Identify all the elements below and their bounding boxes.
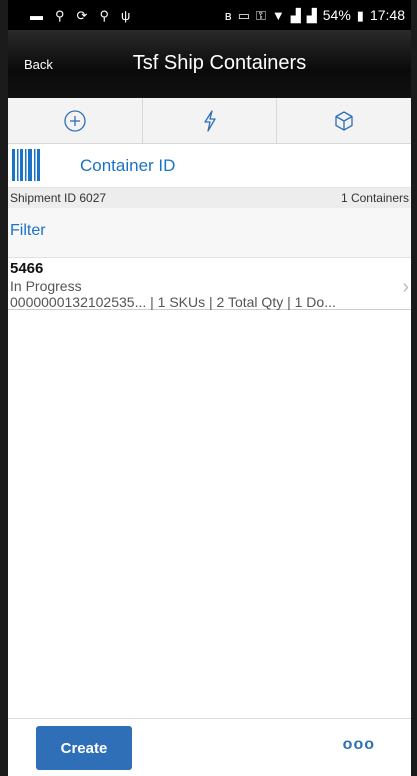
filter-label: Filter <box>10 222 46 239</box>
container-button[interactable] <box>277 98 411 143</box>
container-number: 5466 <box>10 260 44 277</box>
signal-icon: ▟ <box>306 7 317 23</box>
shipment-id: Shipment ID 6027 <box>10 191 107 205</box>
container-id-scan-field[interactable]: Container ID <box>8 144 411 188</box>
key-icon: ⚿ <box>255 7 266 23</box>
filter-button[interactable]: Filter <box>8 208 411 258</box>
app-screen: ▬ ⚲ ⟳ ⚲ ψ ʙ ▭ ⚿ ▼ ▟ ▟ 54% ▮ 17:48 Back T… <box>0 0 417 776</box>
action-bar <box>8 98 411 144</box>
scan-label: Container ID <box>80 156 176 175</box>
list-item[interactable]: 5466 In Progress 0000000132102535... | 1… <box>8 258 411 310</box>
location-icon: ⚲ <box>99 7 109 23</box>
more-options-button[interactable]: ooo <box>343 736 375 754</box>
container-count: 1 Containers <box>340 191 409 205</box>
location-icon: ⚲ <box>55 7 65 23</box>
clock: 17:48 <box>369 7 405 23</box>
battery-percent: 54% <box>322 7 351 23</box>
sync-icon: ⟳ <box>76 7 88 23</box>
volte-icon: ▭ <box>237 7 250 23</box>
chevron-right-icon: › <box>402 276 409 298</box>
battery-icon: ▮ <box>356 7 364 23</box>
bluetooth-icon: ʙ <box>224 7 232 23</box>
quick-action-button[interactable] <box>143 98 278 143</box>
barcode-icon <box>12 149 40 181</box>
add-button[interactable] <box>8 98 143 143</box>
usb-icon: ψ <box>120 7 131 23</box>
lightning-icon <box>203 109 216 132</box>
create-button[interactable]: Create <box>36 726 132 770</box>
message-icon: ▬ <box>30 7 43 23</box>
container-detail: 0000000132102535... | 1 SKUs | 2 Total Q… <box>10 294 336 310</box>
shipment-info-bar: Shipment ID 6027 1 Containers <box>8 188 411 208</box>
signal-icon: ▟ <box>290 7 301 23</box>
box-icon <box>335 110 353 131</box>
add-icon <box>64 109 86 132</box>
page-title: Tsf Ship Containers <box>132 52 307 74</box>
status-bar: ▬ ⚲ ⟳ ⚲ ψ ʙ ▭ ⚿ ▼ ▟ ▟ 54% ▮ 17:48 <box>8 0 411 30</box>
container-status: In Progress <box>10 278 82 294</box>
footer-bar: Create ooo <box>8 718 411 776</box>
app-header: Back Tsf Ship Containers <box>8 30 411 98</box>
wifi-icon: ▼ <box>271 7 285 23</box>
